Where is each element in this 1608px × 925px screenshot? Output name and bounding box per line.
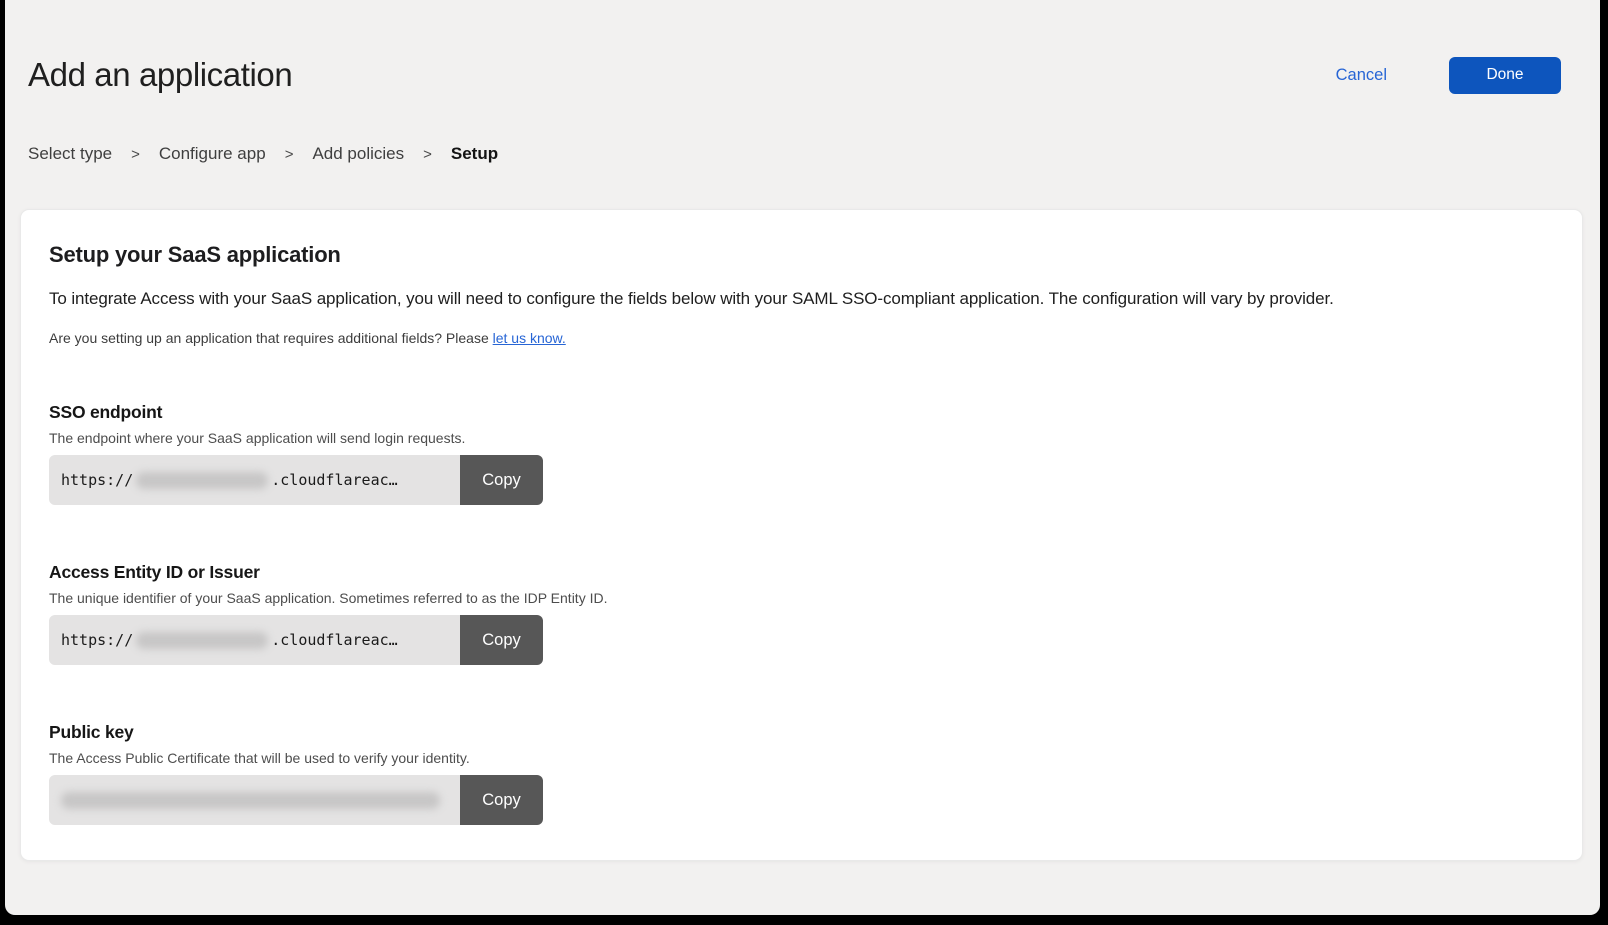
topbar-actions: Cancel Done <box>1336 57 1561 94</box>
setup-card: Setup your SaaS application To integrate… <box>20 209 1583 861</box>
value-suffix: .cloudflareac… <box>271 631 397 649</box>
card-heading: Setup your SaaS application <box>49 242 1554 268</box>
sso-endpoint-value[interactable]: https:// .cloudflareac… <box>49 455 460 505</box>
field-group-public-key: Public key The Access Public Certificate… <box>49 722 1554 825</box>
breadcrumb-separator: > <box>131 146 140 163</box>
breadcrumb-separator: > <box>285 146 294 163</box>
entity-id-copy-button[interactable]: Copy <box>460 615 543 665</box>
page-title: Add an application <box>28 56 292 94</box>
topbar: Add an application Cancel Done <box>5 0 1600 94</box>
field-group-entity-id: Access Entity ID or Issuer The unique id… <box>49 562 1554 665</box>
sso-endpoint-field: https:// .cloudflareac… Copy <box>49 455 543 505</box>
card-intro: To integrate Access with your SaaS appli… <box>49 289 1554 309</box>
value-prefix: https:// <box>61 631 133 649</box>
app-window: Add an application Cancel Done Select ty… <box>5 0 1600 915</box>
redacted-value <box>61 792 440 809</box>
card-note: Are you setting up an application that r… <box>49 330 1554 346</box>
let-us-know-link[interactable]: let us know. <box>493 330 566 346</box>
entity-id-description: The unique identifier of your SaaS appli… <box>49 590 1554 606</box>
value-prefix: https:// <box>61 471 133 489</box>
redacted-value <box>136 472 268 489</box>
breadcrumb: Select type > Configure app > Add polici… <box>28 144 1600 164</box>
done-button[interactable]: Done <box>1449 57 1561 94</box>
public-key-description: The Access Public Certificate that will … <box>49 750 1554 766</box>
public-key-value[interactable] <box>49 775 460 825</box>
breadcrumb-step-setup: Setup <box>451 144 498 164</box>
field-group-sso-endpoint: SSO endpoint The endpoint where your Saa… <box>49 402 1554 505</box>
breadcrumb-step-select-type[interactable]: Select type <box>28 144 112 164</box>
value-suffix: .cloudflareac… <box>271 471 397 489</box>
entity-id-field: https:// .cloudflareac… Copy <box>49 615 543 665</box>
public-key-label: Public key <box>49 722 1554 743</box>
breadcrumb-separator: > <box>423 146 432 163</box>
sso-endpoint-copy-button[interactable]: Copy <box>460 455 543 505</box>
breadcrumb-step-configure-app[interactable]: Configure app <box>159 144 266 164</box>
sso-endpoint-description: The endpoint where your SaaS application… <box>49 430 1554 446</box>
redacted-value <box>136 632 268 649</box>
cancel-button[interactable]: Cancel <box>1336 66 1387 85</box>
entity-id-label: Access Entity ID or Issuer <box>49 562 1554 583</box>
entity-id-value[interactable]: https:// .cloudflareac… <box>49 615 460 665</box>
card-note-text: Are you setting up an application that r… <box>49 330 493 346</box>
public-key-copy-button[interactable]: Copy <box>460 775 543 825</box>
breadcrumb-step-add-policies[interactable]: Add policies <box>312 144 404 164</box>
sso-endpoint-label: SSO endpoint <box>49 402 1554 423</box>
public-key-field: Copy <box>49 775 543 825</box>
